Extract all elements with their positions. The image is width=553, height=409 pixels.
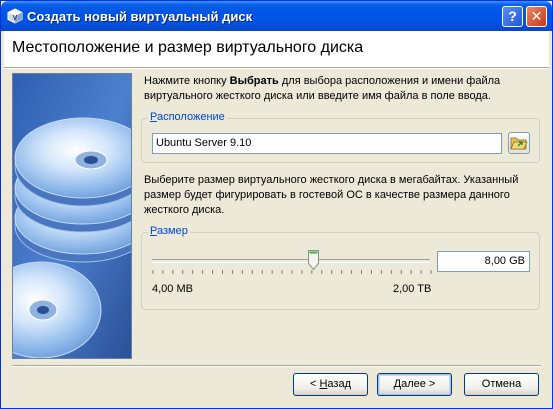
- size-label-mnemonic: Р: [150, 225, 157, 237]
- dialog-client: Местоположение и размер виртуального дис…: [4, 31, 549, 406]
- location-description-bold: Выбрать: [229, 75, 279, 87]
- wizard-header: Местоположение и размер виртуального дис…: [4, 31, 549, 67]
- size-min-label: 4,00 MB: [152, 283, 193, 295]
- help-button[interactable]: ?: [502, 6, 523, 27]
- size-input[interactable]: 8,00 GB: [437, 251, 530, 272]
- svg-text:V: V: [13, 15, 18, 22]
- next-button[interactable]: Далее >: [377, 373, 452, 396]
- location-input[interactable]: Ubuntu Server 9.10: [152, 133, 502, 154]
- size-label-rest: азмер: [156, 225, 188, 237]
- size-slider-track[interactable]: [152, 259, 430, 263]
- size-max-label: 2,00 TB: [393, 283, 432, 295]
- location-group-label: Расположение: [148, 111, 227, 123]
- location-label-mnemonic: Р: [150, 111, 157, 123]
- size-group: Размер 8,00 GB 4,00 MB 2,00 TB: [141, 225, 540, 310]
- close-button[interactable]: ✕: [526, 6, 547, 27]
- header-divider-highlight: [4, 68, 549, 69]
- virtualbox-icon: V: [7, 8, 23, 24]
- dialog-window: V Создать новый виртуальный диск ? ✕ Мес…: [0, 0, 553, 409]
- footer-divider-highlight: [12, 366, 541, 367]
- back-button[interactable]: < Назад: [293, 373, 368, 396]
- window-title: Создать новый виртуальный диск: [27, 9, 253, 24]
- size-group-label: Размер: [148, 225, 190, 237]
- back-button-label: азад: [327, 378, 351, 390]
- cancel-button[interactable]: Отмена: [464, 373, 539, 396]
- next-button-mnemonic: Д: [393, 378, 402, 390]
- size-slider-thumb[interactable]: [308, 250, 320, 270]
- location-description: Нажмите кнопку Выбрать для выбора распол…: [144, 74, 539, 104]
- browse-button[interactable]: [508, 132, 530, 154]
- title-bar[interactable]: V Создать новый виртуальный диск ? ✕: [1, 1, 552, 31]
- location-label-rest: асположение: [156, 111, 225, 123]
- location-group: Расположение Ubuntu Server 9.10: [141, 111, 540, 163]
- page-title: Местоположение и размер виртуального дис…: [12, 39, 364, 56]
- folder-open-icon: [510, 137, 528, 150]
- location-description-text: Нажмите кнопку: [144, 75, 230, 87]
- next-button-label: алее >: [401, 378, 436, 390]
- disc-stack-illustration: [13, 74, 131, 358]
- size-slider-ticks: [152, 270, 432, 274]
- size-description: Выберите размер виртуального жесткого ди…: [144, 174, 519, 216]
- wizard-side-image: [12, 73, 132, 359]
